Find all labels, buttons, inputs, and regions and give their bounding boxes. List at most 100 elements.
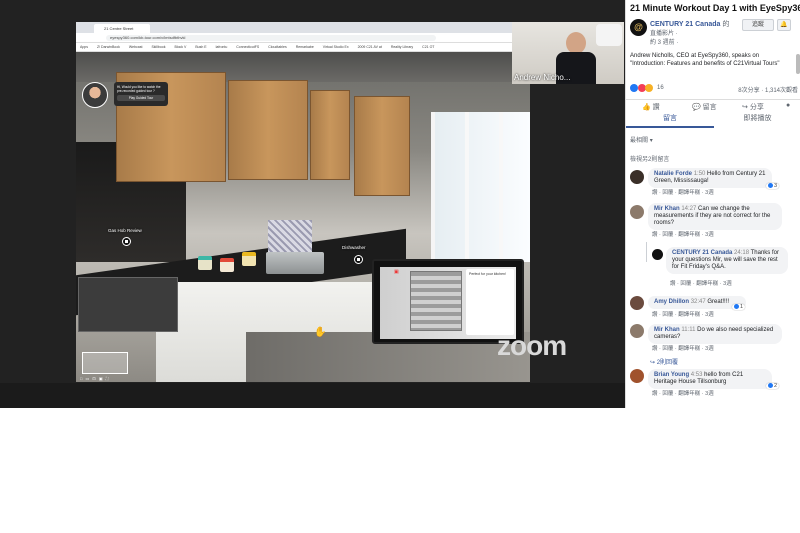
- video-player[interactable]: 21 Centre Street eyespy360.com/kb-tour.c…: [0, 0, 625, 408]
- bookmark-item[interactable]: Reality Library: [391, 45, 413, 49]
- share-label: 分享: [749, 104, 764, 111]
- bookmark-item[interactable]: Apps: [80, 45, 88, 49]
- tour-toolbar[interactable]: □ ▭ ⊡ ▣ ⛶: [80, 376, 110, 381]
- comment-bubble: CENTURY 21 Canada 24:18 Thanks for your …: [666, 247, 788, 274]
- notification-button[interactable]: 🔔: [777, 19, 791, 31]
- comment-timestamp[interactable]: 11:11: [681, 327, 695, 333]
- comment-author[interactable]: Mir Khan: [654, 327, 680, 333]
- bookmark-item[interactable]: Bush E: [195, 45, 206, 49]
- commenter-avatar[interactable]: [652, 249, 663, 260]
- virtual-tour-view[interactable]: Hi, Would you like to watch the pre-reco…: [76, 52, 530, 382]
- like-icon: [734, 304, 739, 310]
- share-button[interactable]: ↪ 分享: [742, 102, 764, 112]
- bookmark-item[interactable]: C21 OT: [422, 45, 434, 49]
- commenter-avatar[interactable]: [630, 205, 644, 219]
- bookmark-item[interactable]: lafrontu: [216, 45, 228, 49]
- bookmark-item[interactable]: Z! DarwinBook: [97, 45, 120, 49]
- guide-avatar[interactable]: [82, 82, 108, 108]
- globe-icon: ●: [786, 102, 791, 109]
- comment-text: Great!!!!: [707, 299, 730, 305]
- more-replies-link[interactable]: ↪ 2則回覆: [650, 357, 678, 366]
- play-guided-tour-button[interactable]: Play Guided Tour: [117, 95, 165, 101]
- follow-label: 追蹤: [751, 22, 764, 28]
- audience-selector[interactable]: ●: [786, 102, 790, 109]
- comment-timestamp[interactable]: 24:18: [734, 250, 749, 256]
- bookmark-item[interactable]: 2009 C21 AV at: [358, 45, 382, 49]
- comment-author[interactable]: Natalie Forde: [654, 171, 692, 177]
- like-icon: [768, 183, 773, 189]
- comment-actions[interactable]: 讚 · 回覆 · 翻譯年糕 · 3週: [652, 188, 714, 196]
- background-lamp: [596, 24, 622, 46]
- window-frame: [465, 112, 469, 262]
- tour-canister: [242, 252, 256, 266]
- share-count[interactable]: 8次分享: [738, 88, 759, 94]
- commenter-avatar[interactable]: [630, 369, 644, 383]
- preview-info-card: Perfect for your kitchen!: [466, 269, 514, 335]
- comment-actions[interactable]: 讚 · 回覆 · 翻譯年糕 · 3週: [652, 230, 714, 238]
- bookmark-item[interactable]: Remarkabe: [296, 45, 314, 49]
- bookmark-item[interactable]: Virtual Studio Ex: [323, 45, 349, 49]
- tour-upper-cabinet: [354, 96, 410, 196]
- view-previous-comments-link[interactable]: 檢視另2則留言: [630, 154, 669, 163]
- browser-tab[interactable]: 21 Centre Street: [94, 24, 150, 33]
- shared-browser-window: 21 Centre Street eyespy360.com/kb-tour.c…: [76, 22, 530, 382]
- guide-prompt-text: Hi, Would you like to watch the pre-reco…: [117, 85, 161, 93]
- comment-author[interactable]: Brian Young: [654, 372, 689, 378]
- comment-like-count: 2: [774, 383, 778, 389]
- hotspot-gas-hob-icon[interactable]: [122, 237, 131, 246]
- view-count: 1,314次觀看: [764, 88, 798, 94]
- url-field[interactable]: eyespy360.com/kb-tour.com/v/lmtsdfbthvkl: [106, 35, 436, 41]
- tour-window: [431, 112, 530, 262]
- hotspot-dishwasher-icon[interactable]: [354, 255, 363, 264]
- video-title: 21 Minute Workout Day 1 with EyeSpy360: [630, 3, 800, 13]
- browser-tab-bar: 21 Centre Street: [76, 22, 530, 33]
- participant-video-thumbnail[interactable]: Andrew Nicho...: [512, 22, 624, 84]
- comment-bubble: Natalie Forde 1:50 Hello from Century 21…: [648, 168, 772, 188]
- comment-author[interactable]: CENTURY 21 Canada: [672, 250, 732, 256]
- comment-like-badge[interactable]: 1: [732, 304, 746, 310]
- comment-bubble: Brian Young 4:53 hello from C21 Heritage…: [648, 369, 772, 389]
- tab-up-next[interactable]: 即將播放: [714, 114, 800, 124]
- thumbs-up-icon: 👍: [642, 104, 651, 111]
- comment-actions[interactable]: 讚 · 回覆 · 翻譯年糕 · 3週: [652, 344, 714, 352]
- video-controls-bar[interactable]: [0, 383, 625, 408]
- follow-button[interactable]: 追蹤: [742, 19, 774, 31]
- comment-sort-select[interactable]: 最相關 ▾: [630, 135, 653, 144]
- comment-author[interactable]: Mir Khan: [654, 206, 680, 212]
- sidebar-scrollbar[interactable]: [796, 54, 800, 74]
- video-description: Andrew Nicholls, CEO at EyeSpy360, speak…: [630, 53, 780, 67]
- tab-comments[interactable]: 留言: [626, 114, 714, 128]
- bookmark-item[interactable]: Skillbook: [151, 45, 165, 49]
- participant-name: Andrew Nicho...: [514, 73, 571, 82]
- browser-address-bar: eyespy360.com/kb-tour.com/v/lmtsdfbthvkl: [76, 33, 530, 43]
- page-avatar[interactable]: @: [630, 19, 647, 36]
- comment-button[interactable]: 💬 留言: [692, 102, 717, 112]
- bookmark-item[interactable]: Cloudtables: [268, 45, 286, 49]
- comment-author[interactable]: Amy Dhillon: [654, 299, 689, 305]
- commenter-avatar[interactable]: [630, 296, 644, 310]
- comment-timestamp[interactable]: 1:50: [694, 171, 706, 177]
- comment-label: 留言: [702, 104, 717, 111]
- commenter-avatar[interactable]: [630, 170, 644, 184]
- comment-like-badge[interactable]: 2: [766, 383, 780, 389]
- commenter-avatar[interactable]: [630, 324, 644, 338]
- comment-like-badge[interactable]: 3: [766, 183, 780, 189]
- reaction-summary[interactable]: 16 8次分享 · 1,314次觀看: [630, 84, 798, 94]
- page-name-text[interactable]: CENTURY 21 Canada: [650, 21, 720, 28]
- comment-actions[interactable]: 讚 · 回覆 · 翻譯年糕 · 3週: [652, 389, 714, 397]
- comment-timestamp[interactable]: 14:27: [681, 206, 696, 212]
- bookmark-item[interactable]: Webcast: [129, 45, 143, 49]
- bookmark-item[interactable]: ConnecticutFS: [236, 45, 259, 49]
- comment-timestamp[interactable]: 4:53: [691, 372, 703, 378]
- comment-bubble: Mir Khan 14:27 Can we change the measure…: [648, 203, 782, 230]
- comment-timestamp[interactable]: 32:47: [691, 299, 706, 305]
- bookmark-item[interactable]: Block V: [174, 45, 186, 49]
- like-button[interactable]: 👍 讚: [642, 102, 660, 112]
- preview-title: Perfect for your kitchen!: [469, 272, 506, 276]
- preview-image: ▣ Perfect for your kitchen!: [380, 267, 516, 339]
- floorplan-thumbnail[interactable]: [82, 352, 128, 374]
- like-reaction-icon: [630, 84, 638, 92]
- comment-actions[interactable]: 讚 · 回覆 · 翻譯年糕 · 3週: [670, 279, 732, 287]
- comment-actions[interactable]: 讚 · 回覆 · 翻譯年糕 · 3週: [652, 310, 714, 318]
- more-replies-label: 2則回覆: [656, 360, 679, 366]
